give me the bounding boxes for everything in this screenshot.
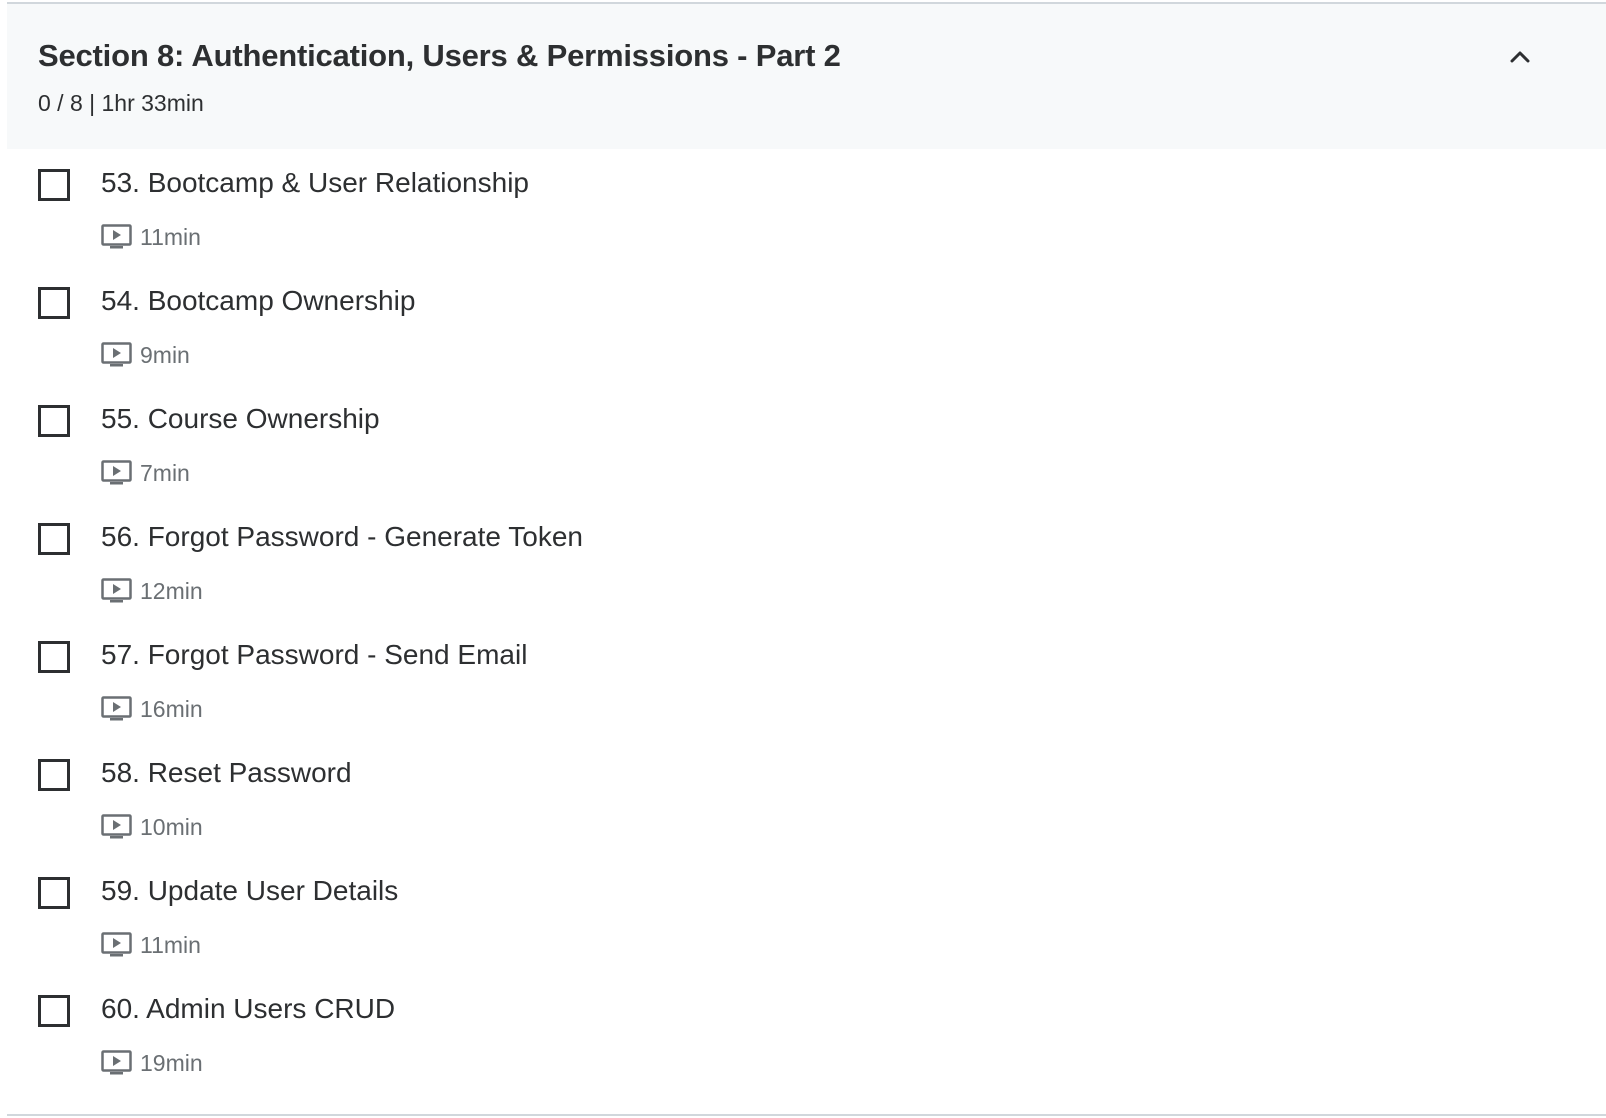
lesson-complete-checkbox[interactable]: [38, 759, 70, 791]
video-icon: [101, 932, 132, 957]
lesson-duration: 16min: [140, 695, 203, 722]
lesson-title: 57. Forgot Password - Send Email: [101, 639, 528, 670]
lesson-meta: 11min: [101, 222, 201, 252]
lesson-complete-checkbox[interactable]: [38, 169, 70, 201]
video-icon: [101, 224, 132, 249]
lesson-complete-checkbox[interactable]: [38, 405, 70, 437]
video-icon: [101, 814, 132, 839]
lesson-duration: 19min: [140, 1049, 203, 1076]
lesson-complete-checkbox[interactable]: [38, 995, 70, 1027]
lesson-item[interactable]: 53. Bootcamp & User Relationship 11min: [7, 149, 1606, 267]
lesson-item[interactable]: 58. Reset Password 10min: [7, 739, 1606, 857]
lesson-title: 58. Reset Password: [101, 757, 352, 788]
lesson-meta: 16min: [101, 694, 203, 724]
video-icon: [101, 1050, 132, 1075]
lesson-item[interactable]: 56. Forgot Password - Generate Token 12m…: [7, 503, 1606, 621]
lesson-meta: 12min: [101, 576, 203, 606]
lesson-title: 55. Course Ownership: [101, 403, 380, 434]
section-header[interactable]: Section 8: Authentication, Users & Permi…: [7, 4, 1606, 149]
course-section-panel: Section 8: Authentication, Users & Permi…: [7, 2, 1606, 1116]
section-title: Section 8: Authentication, Users & Permi…: [38, 38, 841, 73]
video-icon: [101, 578, 132, 603]
video-icon: [101, 460, 132, 485]
lesson-complete-checkbox[interactable]: [38, 877, 70, 909]
lesson-duration: 7min: [140, 459, 190, 486]
lesson-item[interactable]: 60. Admin Users CRUD 19min: [7, 975, 1606, 1093]
lesson-complete-checkbox[interactable]: [38, 523, 70, 555]
section-progress-duration: 0 / 8 | 1hr 33min: [38, 90, 204, 116]
lesson-meta: 19min: [101, 1048, 203, 1078]
lesson-title: 53. Bootcamp & User Relationship: [101, 167, 529, 198]
lesson-duration: 10min: [140, 813, 203, 840]
lesson-meta: 7min: [101, 458, 190, 488]
lesson-item[interactable]: 59. Update User Details 11min: [7, 857, 1606, 975]
lesson-complete-checkbox[interactable]: [38, 641, 70, 673]
lesson-duration: 12min: [140, 577, 203, 604]
lesson-title: 59. Update User Details: [101, 875, 399, 906]
lesson-meta: 11min: [101, 930, 201, 960]
video-icon: [101, 342, 132, 367]
lesson-meta: 9min: [101, 340, 190, 370]
lesson-duration: 11min: [140, 931, 201, 958]
lesson-item[interactable]: 57. Forgot Password - Send Email 16min: [7, 621, 1606, 739]
collapse-section-button[interactable]: [1503, 40, 1537, 74]
lesson-duration: 11min: [140, 223, 201, 250]
lesson-item[interactable]: 54. Bootcamp Ownership 9min: [7, 267, 1606, 385]
chevron-up-icon: [1510, 51, 1530, 63]
lesson-title: 54. Bootcamp Ownership: [101, 285, 416, 316]
lesson-item[interactable]: 55. Course Ownership 7min: [7, 385, 1606, 503]
lesson-meta: 10min: [101, 812, 203, 842]
video-icon: [101, 696, 132, 721]
lesson-title: 56. Forgot Password - Generate Token: [101, 521, 583, 552]
lesson-complete-checkbox[interactable]: [38, 287, 70, 319]
lesson-title: 60. Admin Users CRUD: [101, 993, 396, 1024]
lesson-duration: 9min: [140, 341, 190, 368]
